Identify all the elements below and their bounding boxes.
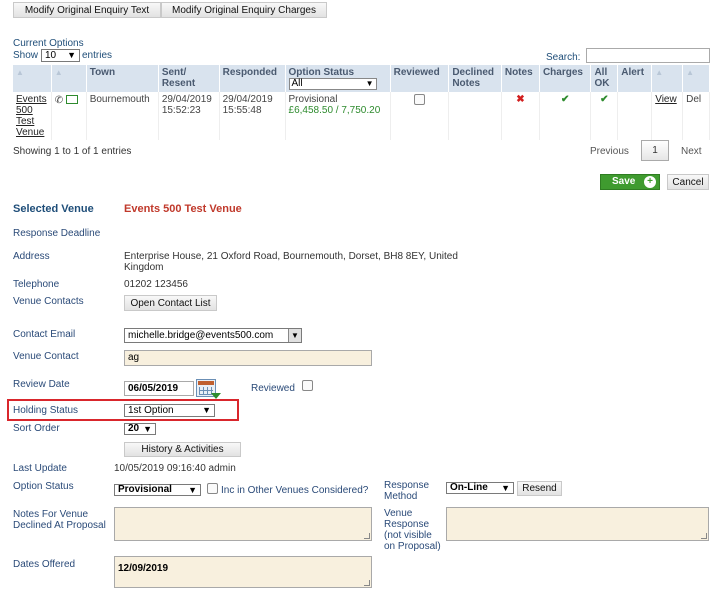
calendar-icon[interactable]	[196, 379, 221, 399]
resend-button[interactable]: Resend	[517, 481, 562, 496]
history-activities-button[interactable]: History & Activities	[124, 442, 241, 457]
chevron-down-icon: ▼	[202, 405, 211, 415]
venue-link[interactable]: Events 500 Test Venue	[16, 94, 47, 138]
chevron-down-icon: ▼	[67, 50, 76, 60]
chevron-down-icon: ▼	[501, 483, 510, 493]
responded-cell: 29/04/2019 15:55:48	[219, 92, 286, 140]
next-page[interactable]: Next	[681, 146, 702, 157]
sent-cell: 29/04/2019 15:52:23	[158, 92, 220, 140]
selected-venue-value: Events 500 Test Venue	[124, 203, 242, 215]
column-header[interactable]: Alert	[617, 65, 653, 92]
dates-offered-value: 12/09/2019	[118, 563, 169, 574]
resize-handle-icon[interactable]	[364, 580, 370, 586]
venue-contacts-label: Venue Contacts	[13, 296, 84, 307]
status-filter-select[interactable]: All ▼	[288, 78, 377, 90]
venue-response-textarea[interactable]	[446, 507, 709, 541]
cancel-button[interactable]: Cancel	[667, 174, 709, 190]
resize-handle-icon[interactable]	[701, 533, 707, 539]
dates-offered-label: Dates Offered	[13, 559, 76, 570]
column-header[interactable]: Reviewed	[390, 65, 450, 92]
show-label: Show	[13, 50, 39, 61]
column-header[interactable]: Sent/ Resent	[158, 65, 220, 92]
column-header[interactable]: Responded	[219, 65, 286, 92]
status-cell: Provisional	[288, 94, 338, 105]
search-input[interactable]	[586, 48, 710, 63]
chevron-down-icon: ▼	[288, 329, 301, 342]
review-date-input[interactable]: 06/05/2019	[124, 381, 194, 396]
column-header[interactable]: Declined Notes	[448, 65, 502, 92]
page-size-select[interactable]: 10 ▼	[41, 49, 80, 62]
column-header[interactable]: Town	[86, 65, 159, 92]
address-label: Address	[13, 251, 50, 262]
previous-page[interactable]: Previous	[590, 146, 629, 157]
save-label: Save	[612, 176, 636, 187]
resize-handle-icon[interactable]	[364, 533, 370, 539]
holding-status-select[interactable]: 1st Option ▼	[124, 404, 215, 417]
venue-response-label: Venue Response (not visible on Proposal)	[384, 508, 441, 552]
last-update-value: 10/05/2019 09:16:40 admin	[114, 463, 236, 474]
current-options-title: Current Options	[13, 38, 84, 49]
town-cell: Bournemouth	[86, 92, 159, 140]
table-header-row: ▲ ▲ Town Sent/ Resent Responded Option S…	[13, 65, 710, 92]
contact-email-label: Contact Email	[13, 329, 76, 340]
cross-icon: ✖	[501, 92, 540, 140]
options-table: ▲ ▲ Town Sent/ Resent Responded Option S…	[13, 65, 710, 140]
column-header[interactable]: Charges	[539, 65, 592, 92]
page-1-button[interactable]: 1	[641, 140, 669, 161]
sort-icon[interactable]: ▲	[16, 68, 24, 77]
table-row[interactable]: Events 500 Test Venue ✆ Bournemouth 29/0…	[13, 92, 710, 140]
telephone-label: Telephone	[13, 279, 60, 290]
modify-enquiry-charges-button[interactable]: Modify Original Enquiry Charges	[161, 2, 327, 18]
last-update-label: Last Update	[13, 463, 67, 474]
check-icon: ✔	[539, 92, 592, 140]
inc-other-venues-label: Inc in Other Venues Considered?	[221, 485, 369, 496]
reviewed-checkbox[interactable]	[413, 94, 425, 105]
response-method-select[interactable]: On-Line ▼	[446, 482, 514, 494]
option-status-select[interactable]: Provisional ▼	[114, 484, 201, 496]
sort-order-select[interactable]: 20 ▼	[124, 423, 156, 435]
column-header[interactable]: All OK	[590, 65, 619, 92]
save-button[interactable]: Save +	[600, 174, 660, 190]
view-link[interactable]: View	[655, 94, 677, 105]
reviewed-label: Reviewed	[251, 383, 295, 394]
email-icon	[65, 95, 78, 104]
venue-contact-label: Venue Contact	[13, 351, 79, 362]
sort-icon[interactable]: ▲	[686, 68, 694, 77]
sort-icon[interactable]: ▲	[55, 68, 63, 77]
response-deadline-label: Response Deadline	[13, 228, 101, 239]
search-label: Search:	[546, 52, 581, 63]
telephone-value: 01202 123456	[124, 279, 188, 290]
chevron-down-icon: ▼	[365, 79, 374, 88]
dates-offered-textarea[interactable]: 12/09/2019	[114, 556, 372, 588]
option-status-header: Option Status All ▼	[285, 65, 391, 92]
address-value: Enterprise House, 21 Oxford Road, Bourne…	[124, 251, 458, 273]
column-header[interactable]: Option Status	[289, 67, 387, 78]
delete-link[interactable]: Del	[682, 92, 710, 140]
chevron-down-icon: ▼	[143, 424, 152, 434]
phone-icon: ✆	[54, 95, 64, 106]
response-method-label: Response Method	[384, 480, 430, 502]
option-status-label: Option Status	[13, 481, 74, 492]
entries-label: entries	[82, 50, 113, 61]
selected-venue-label: Selected Venue	[13, 203, 94, 215]
holding-status-label: Holding Status	[13, 405, 79, 416]
contact-email-select[interactable]: michelle.bridge@events500.com ▼	[124, 328, 302, 343]
plus-icon: +	[644, 176, 656, 188]
reviewed-checkbox[interactable]	[302, 380, 313, 391]
review-date-label: Review Date	[13, 379, 70, 390]
open-contact-list-button[interactable]: Open Contact List	[124, 295, 217, 311]
column-header[interactable]: Notes	[501, 65, 540, 92]
chevron-down-icon: ▼	[188, 485, 197, 495]
sort-order-label: Sort Order	[13, 423, 60, 434]
modify-enquiry-text-button[interactable]: Modify Original Enquiry Text	[13, 2, 161, 18]
showing-info: Showing 1 to 1 of 1 entries	[13, 146, 132, 157]
check-icon: ✔	[590, 92, 619, 140]
notes-declined-textarea[interactable]	[114, 507, 372, 541]
sort-icon[interactable]: ▲	[655, 68, 663, 77]
price-cell: £6,458.50 / 7,750.20	[288, 105, 381, 116]
inc-other-venues-checkbox[interactable]	[207, 483, 218, 494]
notes-declined-label: Notes For Venue Declined At Proposal	[13, 509, 106, 531]
venue-contact-input[interactable]: ag	[124, 350, 372, 366]
